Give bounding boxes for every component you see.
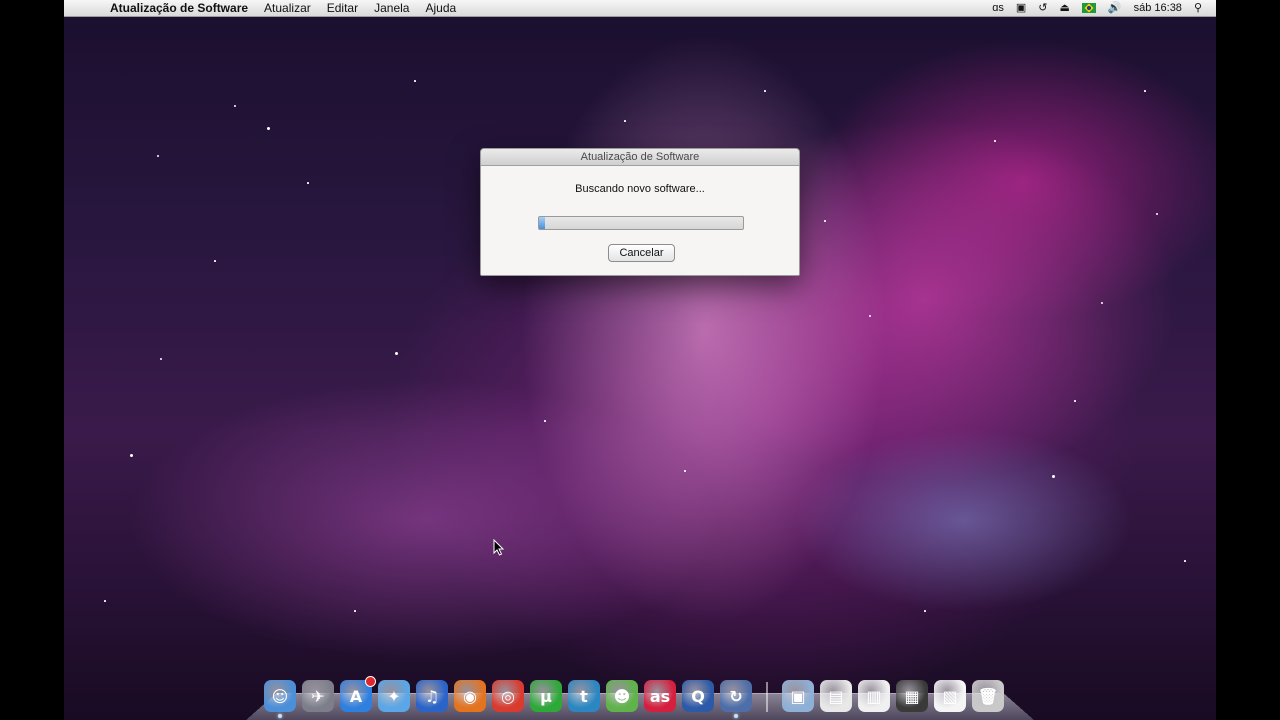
star — [994, 140, 996, 142]
letterbox-left — [0, 0, 64, 720]
software-update-icon[interactable]: ↻ — [720, 680, 752, 718]
star — [684, 470, 686, 472]
flag-brazil-icon[interactable] — [1081, 3, 1096, 13]
star — [395, 352, 398, 355]
launchpad-icon[interactable]: ✈ — [302, 680, 334, 712]
menu-editar[interactable]: Editar — [319, 0, 366, 17]
progress-bar — [538, 216, 744, 230]
spotlight-icon[interactable]: ⚲ — [1194, 0, 1202, 17]
software-update-dialog: Atualização de Software Buscando novo so… — [480, 148, 800, 276]
notification-badge — [365, 676, 376, 687]
applications-folder-icon-glyph: ▣ — [790, 686, 806, 706]
star — [824, 220, 826, 222]
desktop: Atualização de Software Atualizar Editar… — [64, 0, 1216, 720]
software-update-icon-glyph: ↻ — [729, 686, 743, 706]
downloads-stack-icon[interactable]: ▤ — [820, 680, 852, 712]
chrome-icon-glyph: ◎ — [501, 686, 515, 706]
documents-stack-icon[interactable]: ▥ — [858, 680, 890, 712]
star — [1156, 213, 1158, 215]
running-indicator — [734, 714, 738, 718]
menu-ajuda[interactable]: Ajuda — [417, 0, 464, 17]
star — [307, 182, 309, 184]
twitter-icon[interactable]: t — [568, 680, 600, 712]
cancel-button[interactable]: Cancelar — [608, 244, 675, 262]
dock: ☺ ✈ A ✦ ♫ ◉ ◎ µ t ☻ as Q ↻ ▣ ▤ ▥ ▦ ▧ 🗑 — [264, 672, 1004, 718]
messenger-icon[interactable]: ☻ — [606, 680, 638, 712]
file-stack-icon-glyph: ▧ — [942, 686, 958, 706]
menu-janela[interactable]: Janela — [366, 0, 417, 17]
itunes-icon-glyph: ♫ — [424, 686, 440, 706]
star — [1101, 302, 1103, 304]
star — [414, 80, 416, 82]
screenshot-stack-icon[interactable]: ▦ — [896, 680, 928, 712]
star — [104, 600, 106, 602]
quicktime-icon-glyph: Q — [691, 686, 705, 706]
running-indicator — [278, 714, 282, 718]
star — [1144, 90, 1146, 92]
trash-icon[interactable]: 🗑 — [972, 680, 1004, 712]
mouse-cursor-icon — [493, 539, 505, 556]
firefox-icon[interactable]: ◉ — [454, 680, 486, 712]
dialog-message: Buscando novo software... — [575, 183, 705, 195]
utorrent-icon-glyph: µ — [540, 686, 552, 706]
star — [160, 358, 162, 360]
utorrent-icon[interactable]: µ — [530, 680, 562, 712]
app-menu[interactable]: Atualização de Software — [102, 0, 256, 17]
star — [1074, 400, 1076, 402]
messenger-icon-glyph: ☻ — [613, 686, 631, 706]
documents-stack-icon-glyph: ▥ — [866, 686, 882, 706]
status-area: ɑs ▣ ↺ ⏏ 🔊 sáb 16:38 ⚲ — [992, 0, 1216, 17]
quicktime-icon[interactable]: Q — [682, 680, 714, 712]
star — [544, 420, 546, 422]
star — [130, 454, 133, 457]
launchpad-icon-glyph: ✈ — [311, 686, 325, 706]
lastfm-icon[interactable]: ɑs — [992, 0, 1004, 17]
app-store-icon[interactable]: A — [340, 676, 376, 712]
dock-separator — [766, 682, 768, 712]
star — [1052, 475, 1055, 478]
display-icon[interactable]: ▣ — [1016, 0, 1026, 17]
menu-bar: Atualização de Software Atualizar Editar… — [64, 0, 1216, 17]
safari-icon[interactable]: ✦ — [378, 680, 410, 712]
star — [764, 90, 766, 92]
itunes-icon[interactable]: ♫ — [416, 680, 448, 712]
downloads-stack-icon-glyph: ▤ — [828, 686, 844, 706]
applications-folder-icon[interactable]: ▣ — [782, 680, 814, 712]
chrome-icon[interactable]: ◎ — [492, 680, 524, 712]
star — [234, 105, 236, 107]
volume-icon[interactable]: 🔊 — [1108, 0, 1122, 17]
star — [354, 610, 356, 612]
dialog-title[interactable]: Atualização de Software — [481, 149, 799, 166]
letterbox-right — [1216, 0, 1280, 720]
star — [267, 127, 270, 130]
time-machine-icon[interactable]: ↺ — [1038, 0, 1047, 17]
progress-fill — [539, 217, 546, 229]
menu-atualizar[interactable]: Atualizar — [256, 0, 319, 17]
star — [924, 610, 926, 612]
app-store-icon-glyph: A — [349, 686, 363, 706]
finder-icon-glyph: ☺ — [271, 686, 289, 706]
firefox-icon-glyph: ◉ — [463, 686, 477, 706]
file-stack-icon[interactable]: ▧ — [934, 680, 966, 712]
star — [1184, 560, 1186, 562]
lastfm-icon[interactable]: as — [644, 680, 676, 712]
lastfm-icon-glyph: as — [649, 686, 671, 706]
eject-icon[interactable]: ⏏ — [1060, 0, 1070, 17]
dialog-body: Buscando novo software... Cancelar — [481, 166, 799, 275]
trash-icon-glyph: 🗑 — [977, 686, 999, 706]
star — [624, 120, 626, 122]
safari-icon-glyph: ✦ — [387, 686, 401, 706]
finder-icon[interactable]: ☺ — [264, 680, 296, 718]
star — [157, 155, 159, 157]
twitter-icon-glyph: t — [580, 686, 588, 706]
star — [214, 260, 216, 262]
clock[interactable]: sáb 16:38 — [1134, 0, 1182, 17]
star — [869, 315, 871, 317]
screenshot-stack-icon-glyph: ▦ — [904, 686, 920, 706]
